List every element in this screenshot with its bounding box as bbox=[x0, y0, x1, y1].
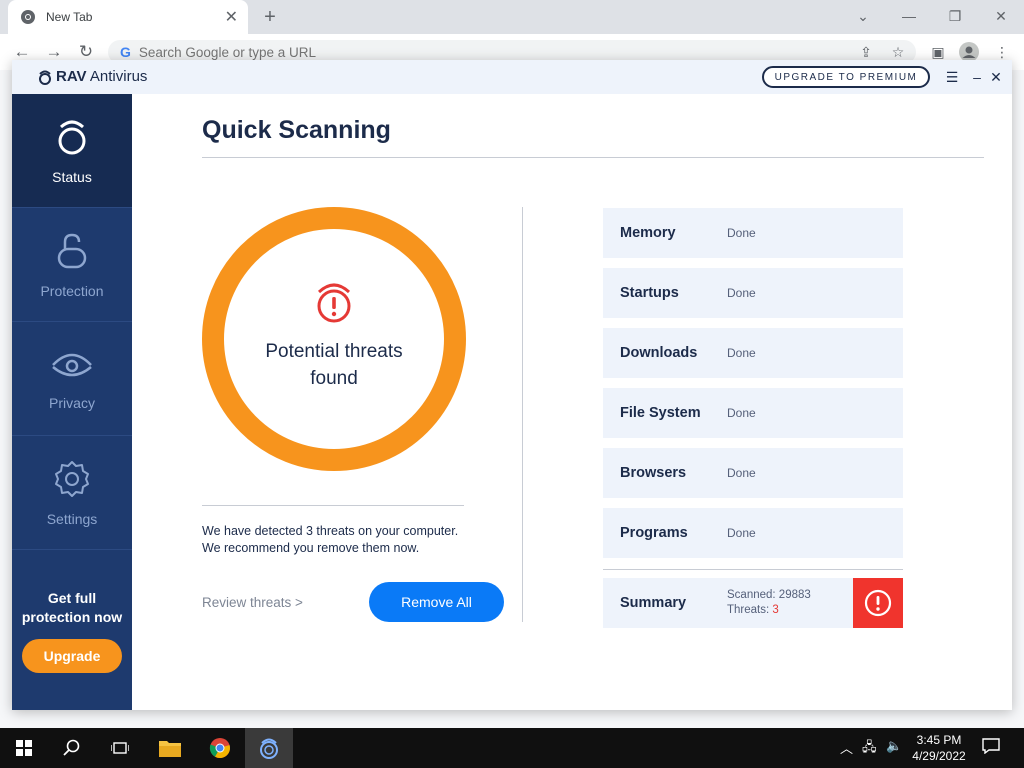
scan-item-name: File System bbox=[620, 405, 701, 421]
sidebar-item-protection[interactable]: Protection bbox=[12, 208, 132, 322]
scan-row-downloads: Downloads Done bbox=[603, 328, 903, 378]
close-window-button[interactable]: ✕ bbox=[978, 0, 1024, 32]
detected-line: We have detected 3 threats on your compu… bbox=[202, 524, 459, 538]
search-icon[interactable] bbox=[48, 728, 96, 768]
notifications-icon[interactable] bbox=[982, 738, 1000, 757]
sidebar: Status Protection Privacy Settings Get f… bbox=[12, 94, 132, 710]
app-minimize-button[interactable]: – bbox=[967, 66, 987, 88]
sidebar-item-label: Privacy bbox=[49, 394, 95, 411]
summary-label: Summary bbox=[620, 595, 687, 611]
network-icon[interactable]: 🖧 bbox=[862, 738, 877, 760]
browser-tab[interactable]: New Tab ✕ bbox=[8, 0, 248, 34]
rav-logo-icon bbox=[39, 70, 51, 85]
sidebar-promo: Get full protection now Upgrade bbox=[12, 549, 132, 710]
upgrade-premium-button[interactable]: UPGRADE TO PREMIUM bbox=[762, 66, 930, 88]
browser-tab-strip: New Tab ✕ + ⌄ — ❐ ✕ bbox=[0, 0, 1024, 34]
clock-date: 4/29/2022 bbox=[912, 749, 966, 763]
threat-ring: Potential threats found bbox=[202, 207, 466, 471]
scan-row-file-system: File System Done bbox=[603, 388, 903, 438]
remove-all-button[interactable]: Remove All bbox=[369, 582, 504, 622]
scan-item-status: Done bbox=[727, 346, 756, 360]
summary-divider bbox=[603, 569, 903, 570]
chrome-icon[interactable] bbox=[196, 728, 244, 768]
lock-icon bbox=[57, 233, 87, 268]
tab-close-icon[interactable]: ✕ bbox=[225, 7, 238, 27]
rav-taskbar-icon[interactable] bbox=[245, 728, 293, 768]
scan-row-programs: Programs Done bbox=[603, 508, 903, 558]
windows-taskbar: ︿ 🖧 🔈 3:45 PM 4/29/2022 bbox=[0, 728, 1024, 768]
detected-message: We have detected 3 threats on your compu… bbox=[202, 523, 458, 557]
sidebar-item-settings[interactable]: Settings bbox=[12, 436, 132, 550]
sidebar-item-label: Settings bbox=[46, 510, 98, 527]
minimize-window-button[interactable]: — bbox=[886, 0, 932, 32]
threat-alert-icon bbox=[317, 283, 351, 323]
scan-item-status: Done bbox=[727, 226, 756, 240]
scan-row-memory: Memory Done bbox=[603, 208, 903, 258]
sidebar-item-status[interactable]: Status bbox=[12, 94, 132, 208]
scan-row-browsers: Browsers Done bbox=[603, 448, 903, 498]
ring-status-text: Potential threats found bbox=[265, 341, 403, 389]
scanned-count: Scanned: 29883 bbox=[727, 589, 811, 601]
sidebar-item-label: Protection bbox=[40, 282, 104, 299]
new-tab-button[interactable]: + bbox=[258, 4, 282, 30]
vertical-divider bbox=[522, 207, 523, 622]
tab-title: New Tab bbox=[46, 10, 93, 24]
gear-icon bbox=[55, 460, 89, 497]
scan-item-status: Done bbox=[727, 406, 756, 420]
hamburger-menu-icon[interactable]: ☰ bbox=[942, 66, 962, 88]
windows-start-icon[interactable] bbox=[0, 728, 48, 768]
page-title: Quick Scanning bbox=[202, 116, 391, 144]
scan-item-name: Programs bbox=[620, 525, 688, 541]
promo-text: Get full protection now bbox=[21, 590, 123, 625]
sidebar-item-privacy[interactable]: Privacy bbox=[12, 322, 132, 436]
scan-item-name: Browsers bbox=[620, 465, 687, 481]
app-close-button[interactable]: ✕ bbox=[986, 66, 1006, 88]
clock-time: 3:45 PM bbox=[916, 733, 962, 747]
sidebar-item-label: Status bbox=[52, 168, 92, 185]
tray-chevron-icon[interactable]: ︿ bbox=[840, 738, 853, 757]
alert-circle-icon bbox=[864, 589, 892, 617]
task-view-icon[interactable] bbox=[96, 728, 144, 768]
app-titlebar: RAV Antivirus UPGRADE TO PREMIUM ☰ – ✕ bbox=[12, 60, 1012, 94]
taskbar-clock[interactable]: 3:45 PM 4/29/2022 bbox=[900, 732, 978, 764]
scan-item-status: Done bbox=[727, 466, 756, 480]
app-logo: RAV Antivirus bbox=[38, 68, 147, 85]
summary-alert-badge bbox=[853, 578, 903, 628]
status-ring-icon bbox=[58, 120, 86, 154]
summary-row: Summary Scanned: 29883 Threats: 3 bbox=[603, 578, 903, 628]
scan-item-name: Downloads bbox=[620, 345, 698, 361]
tab-search-icon[interactable]: ⌄ bbox=[840, 0, 886, 32]
address-input[interactable] bbox=[138, 44, 739, 60]
file-explorer-icon[interactable] bbox=[146, 728, 194, 768]
app-title: RAV Antivirus bbox=[56, 68, 148, 85]
scan-item-status: Done bbox=[727, 286, 756, 300]
scan-row-startups: Startups Done bbox=[603, 268, 903, 318]
restore-window-button[interactable]: ❐ bbox=[932, 0, 978, 32]
upgrade-button[interactable]: Upgrade bbox=[22, 639, 122, 673]
chrome-favicon-icon bbox=[21, 10, 35, 24]
recommend-line: We recommend you remove them now. bbox=[202, 541, 420, 555]
scan-item-status: Done bbox=[727, 526, 756, 540]
google-g-icon: G bbox=[120, 44, 131, 60]
detected-divider bbox=[202, 505, 464, 506]
eye-icon bbox=[52, 353, 92, 376]
scan-item-name: Startups bbox=[620, 285, 679, 301]
review-threats-link[interactable]: Review threats > bbox=[202, 595, 303, 610]
title-divider bbox=[202, 157, 984, 158]
rav-antivirus-window: RAV Antivirus UPGRADE TO PREMIUM ☰ – ✕ S… bbox=[12, 60, 1012, 710]
summary-stats: Scanned: 29883 Threats: 3 bbox=[727, 588, 853, 618]
scan-item-name: Memory bbox=[620, 225, 676, 241]
threats-count: Threats: 3 bbox=[727, 604, 779, 616]
